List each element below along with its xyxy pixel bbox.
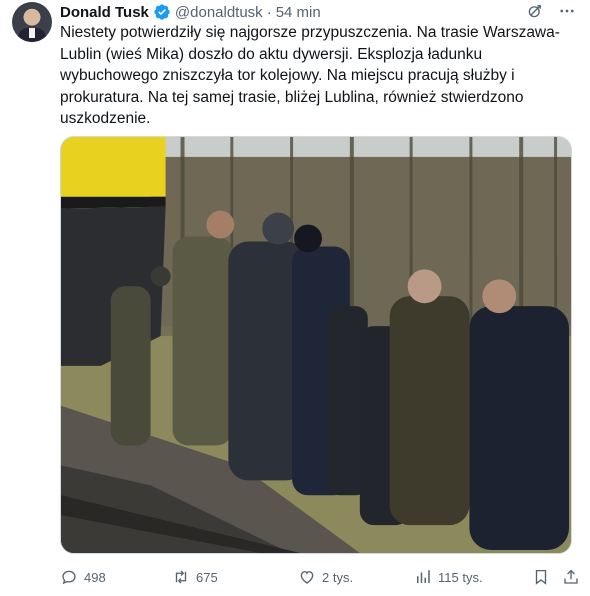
photo-scene <box>61 137 571 553</box>
tweet[interactable]: Donald Tusk @donaldtusk · 54 min Niestet… <box>0 0 590 596</box>
share-button[interactable] <box>562 568 580 586</box>
repost-icon <box>175 570 187 584</box>
heart-icon <box>300 571 314 584</box>
bookmark-icon <box>535 569 547 585</box>
verified-badge-icon <box>154 4 170 20</box>
views-count: 115 tys. <box>438 569 483 585</box>
tweet-text: Niestety potwierdziły się najgorsze przy… <box>60 24 560 127</box>
more-icon[interactable] <box>558 2 576 20</box>
tweet-photo[interactable] <box>60 136 572 554</box>
repost-count: 675 <box>196 569 218 585</box>
grok-icon[interactable] <box>526 2 544 20</box>
views-button[interactable]: 115 tys. <box>414 568 532 586</box>
tweet-top-icons <box>526 2 576 20</box>
timestamp[interactable]: 54 min <box>276 4 321 21</box>
like-button[interactable]: 2 tys. <box>298 568 414 586</box>
reply-count: 498 <box>84 569 106 585</box>
avatar[interactable] <box>12 2 52 42</box>
share-icon <box>564 569 578 584</box>
separator: · <box>266 3 272 21</box>
author-name[interactable]: Donald Tusk <box>60 4 149 21</box>
author-handle[interactable]: @donaldtusk <box>175 4 263 21</box>
views-chart-icon <box>417 570 430 583</box>
tweet-actions: 498 675 2 tys. 115 tys. <box>60 566 580 588</box>
reply-button[interactable]: 498 <box>60 568 172 586</box>
repost-button[interactable]: 675 <box>172 568 298 586</box>
reply-icon <box>62 570 76 585</box>
tweet-header: Donald Tusk @donaldtusk · 54 min <box>60 2 321 22</box>
bookmark-button[interactable] <box>532 568 550 586</box>
like-count: 2 tys. <box>322 569 354 585</box>
